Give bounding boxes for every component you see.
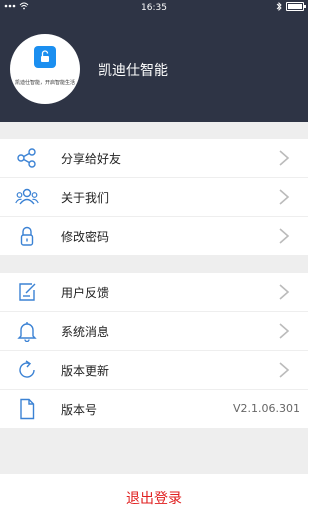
chevron-right-icon bbox=[279, 323, 290, 339]
logout-button[interactable]: 退出登录 bbox=[0, 488, 308, 508]
menu-item-change-password[interactable]: 修改密码 bbox=[0, 217, 308, 256]
bluetooth-icon bbox=[276, 2, 282, 11]
menu-item-share[interactable]: 分享给好友 bbox=[0, 139, 308, 178]
app-logo-icon bbox=[34, 46, 56, 68]
profile-header: Kaadas 凯迪仕智能，开启智能生活 凯迪仕智能 bbox=[0, 16, 308, 122]
battery-icon bbox=[286, 2, 306, 11]
status-bar: 16:35 bbox=[0, 0, 308, 16]
menu-item-label: 系统消息 bbox=[61, 325, 110, 339]
menu-item-label: 关于我们 bbox=[61, 191, 110, 205]
version-number: V2.1.06.301 bbox=[232, 402, 300, 415]
status-time: 16:35 bbox=[141, 3, 167, 13]
avatar[interactable]: Kaadas 凯迪仕智能，开启智能生活 bbox=[10, 34, 80, 104]
menu-item-label: 用户反馈 bbox=[61, 286, 110, 300]
app-name: 凯迪仕智能 bbox=[98, 63, 168, 79]
logout-area: 退出登录 bbox=[0, 474, 308, 507]
menu-item-system-messages[interactable]: 系统消息 bbox=[0, 312, 308, 351]
refresh-icon bbox=[19, 360, 35, 378]
bell-icon bbox=[17, 322, 37, 342]
menu-item-about[interactable]: 关于我们 bbox=[0, 178, 308, 217]
avatar-tile-caption: Kaadas bbox=[39, 67, 51, 71]
menu-group-1: 分享给好友 关于我们 修改密码 bbox=[0, 139, 308, 256]
menu-group-2: 用户反馈 系统消息 版本更新 版本号 V2.1.06.301 bbox=[0, 273, 308, 429]
menu-item-version-update[interactable]: 版本更新 bbox=[0, 351, 308, 390]
menu-item-label: 修改密码 bbox=[61, 230, 110, 244]
section-divider bbox=[0, 122, 308, 139]
avatar-slogan: 凯迪仕智能，开启智能生活 bbox=[14, 80, 75, 86]
document-icon bbox=[20, 398, 35, 420]
menu-item-version-number: 版本号 V2.1.06.301 bbox=[0, 390, 308, 429]
feedback-icon bbox=[19, 283, 36, 301]
chevron-right-icon bbox=[279, 362, 290, 378]
status-right bbox=[276, 2, 306, 11]
share-icon bbox=[17, 148, 36, 168]
chevron-right-icon bbox=[279, 150, 290, 166]
users-icon bbox=[15, 188, 39, 205]
chevron-right-icon bbox=[279, 284, 290, 300]
menu-item-feedback[interactable]: 用户反馈 bbox=[0, 273, 308, 312]
chevron-right-icon bbox=[279, 228, 290, 244]
section-divider bbox=[0, 256, 308, 273]
menu-item-label: 分享给好友 bbox=[61, 152, 122, 166]
lock-icon bbox=[20, 226, 34, 246]
chevron-right-icon bbox=[279, 189, 290, 205]
menu-item-label: 版本更新 bbox=[61, 364, 110, 378]
menu-item-label: 版本号 bbox=[61, 403, 98, 417]
